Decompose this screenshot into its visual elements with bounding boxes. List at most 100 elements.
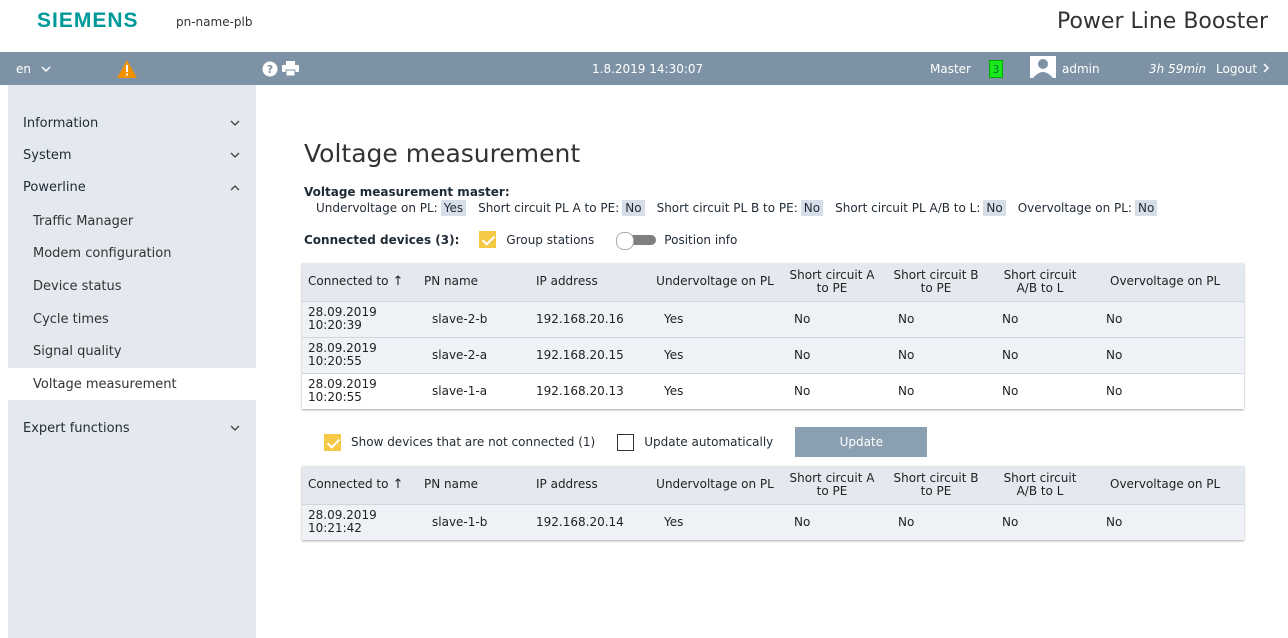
cell: 28.09.2019 10:20:55	[302, 372, 418, 409]
table-header-row: Connected to ↑ PN name IP address Undervo…	[302, 263, 1244, 301]
col-label: IP address	[536, 477, 598, 492]
cell: No	[884, 372, 988, 409]
col-short-ab-l[interactable]: Short circuit A/B to L	[988, 263, 1092, 301]
status-value: No	[983, 200, 1006, 216]
sidebar-item-expert-functions[interactable]: Expert functions	[8, 412, 256, 444]
cell: 28.09.2019 10:20:39	[302, 300, 418, 337]
sort-arrow-up-icon: ↑	[392, 274, 404, 290]
sidebar-item-modem-configuration[interactable]: Modem configuration	[8, 237, 256, 269]
table-row[interactable]: 28.09.2019 10:20:55 slave-2-a 192.168.20…	[302, 336, 1244, 373]
show-not-connected-label: Show devices that are not connected (1)	[351, 435, 596, 449]
col-label: Short circuit B to PE	[893, 470, 979, 498]
cell: No	[1092, 300, 1244, 337]
col-connected-to[interactable]: Connected to ↑	[302, 263, 418, 301]
cell: No	[988, 503, 1092, 540]
update-automatically-checkbox[interactable]	[617, 433, 635, 451]
language-select[interactable]: en	[16, 52, 51, 85]
navbar: en ? 1.8.2019 14:30:07 Master 3 admin 3h…	[0, 52, 1288, 85]
cell: Yes	[650, 372, 780, 409]
table-row[interactable]: 28.09.2019 10:20:55 slave-1-a 192.168.20…	[302, 372, 1244, 409]
sidebar-item-label: Powerline	[23, 179, 86, 195]
table-row[interactable]: 28.09.2019 10:20:39 slave-2-b 192.168.20…	[302, 300, 1244, 337]
sidebar-item-information[interactable]: Information	[8, 107, 256, 139]
sidebar-item-powerline[interactable]: Powerline	[8, 171, 256, 203]
device-count-badge: 3	[989, 52, 1003, 85]
sidebar-item-label: Traffic Manager	[33, 213, 134, 229]
show-not-connected-checkbox[interactable]	[324, 433, 341, 451]
col-label: PN name	[424, 274, 479, 289]
update-automatically-label: Update automatically	[644, 435, 774, 449]
cell: No	[780, 336, 884, 373]
chevron-right-icon	[1263, 62, 1270, 76]
table-row[interactable]: 28.09.2019 10:21:42 slave-1-b 192.168.20…	[302, 503, 1244, 540]
sidebar-item-system[interactable]: System	[8, 139, 256, 171]
logout-label: Logout	[1216, 61, 1258, 76]
position-info-toggle[interactable]	[616, 231, 657, 250]
not-connected-devices-table: Connected to ↑ PN name IP address Undervo…	[302, 466, 1244, 540]
sidebar-item-voltage-measurement[interactable]: Voltage measurement	[8, 368, 256, 400]
cell: Yes	[650, 300, 780, 337]
sidebar-item-cycle-times[interactable]: Cycle times	[8, 303, 256, 335]
col-label: Short circuit A/B to L	[1003, 470, 1077, 498]
options-row: Show devices that are not connected (1) …	[324, 427, 928, 457]
cell: 192.168.20.15	[522, 336, 650, 373]
cell: No	[780, 300, 884, 337]
sidebar-item-traffic-manager[interactable]: Traffic Manager	[8, 205, 256, 237]
col-short-b-pe[interactable]: Short circuit B to PE	[884, 466, 988, 504]
warning-icon[interactable]	[117, 52, 137, 85]
help-icon[interactable]: ?	[262, 52, 278, 85]
user-icon	[1030, 56, 1056, 81]
col-short-ab-l[interactable]: Short circuit A/B to L	[988, 466, 1092, 504]
status-label: Short circuit PL A to PE:	[478, 201, 620, 215]
col-label: Overvoltage on PL	[1110, 274, 1221, 289]
col-pn-name[interactable]: PN name	[418, 263, 522, 301]
sidebar-item-signal-quality[interactable]: Signal quality	[8, 335, 256, 367]
col-label: PN name	[424, 477, 479, 492]
sidebar-item-label: Modem configuration	[33, 245, 172, 261]
col-pn-name[interactable]: PN name	[418, 466, 522, 504]
col-label: Undervoltage on PL	[656, 274, 774, 289]
connected-devices-table: Connected to ↑ PN name IP address Undervo…	[302, 263, 1244, 409]
col-undervoltage[interactable]: Undervoltage on PL	[650, 263, 780, 301]
col-undervoltage[interactable]: Undervoltage on PL	[650, 466, 780, 504]
sidebar-item-label: Device status	[33, 278, 122, 294]
print-icon[interactable]	[282, 52, 299, 85]
product-title: Power Line Booster	[1056, 9, 1268, 34]
group-stations-checkbox[interactable]	[479, 231, 497, 248]
col-label: Connected to	[308, 274, 389, 289]
cell: slave-1-b	[418, 503, 522, 540]
cell: No	[780, 372, 884, 409]
col-short-a-pe[interactable]: Short circuit A to PE	[780, 263, 884, 301]
status-label: Overvoltage on PL:	[1017, 201, 1132, 215]
cell: 192.168.20.14	[522, 503, 650, 540]
col-label: Short circuit B to PE	[893, 267, 979, 295]
language-value: en	[16, 61, 31, 76]
status-label: Short circuit PL B to PE:	[656, 201, 798, 215]
cell: No	[1092, 372, 1244, 409]
col-short-b-pe[interactable]: Short circuit B to PE	[884, 263, 988, 301]
status-label: Short circuit PL A/B to L:	[835, 201, 981, 215]
cell: 28.09.2019 10:20:55	[302, 336, 418, 373]
col-label: Overvoltage on PL	[1110, 477, 1221, 492]
datetime: 1.8.2019 14:30:07	[592, 61, 704, 76]
status-value: Yes	[440, 200, 467, 216]
user-menu[interactable]: admin	[1030, 52, 1100, 85]
col-overvoltage[interactable]: Overvoltage on PL	[1092, 466, 1244, 504]
chevron-down-icon	[230, 116, 240, 130]
update-button[interactable]: Update	[795, 427, 928, 457]
sidebar-item-device-status[interactable]: Device status	[8, 270, 256, 302]
col-short-a-pe[interactable]: Short circuit A to PE	[780, 466, 884, 504]
col-connected-to[interactable]: Connected to ↑	[302, 466, 418, 504]
logout-link[interactable]: Logout	[1216, 52, 1270, 85]
sidebar-item-label: System	[23, 147, 72, 163]
status-label: Undervoltage on PL:	[316, 201, 438, 215]
col-ip-address[interactable]: IP address	[522, 263, 650, 301]
main-content: Voltage measurement Voltage measurement …	[256, 85, 1288, 638]
cell: No	[884, 300, 988, 337]
cell: No	[1092, 503, 1244, 540]
col-ip-address[interactable]: IP address	[522, 466, 650, 504]
cell: No	[884, 336, 988, 373]
col-overvoltage[interactable]: Overvoltage on PL	[1092, 263, 1244, 301]
col-label: Short circuit A to PE	[789, 267, 875, 295]
sort-arrow-up-icon: ↑	[392, 477, 404, 493]
